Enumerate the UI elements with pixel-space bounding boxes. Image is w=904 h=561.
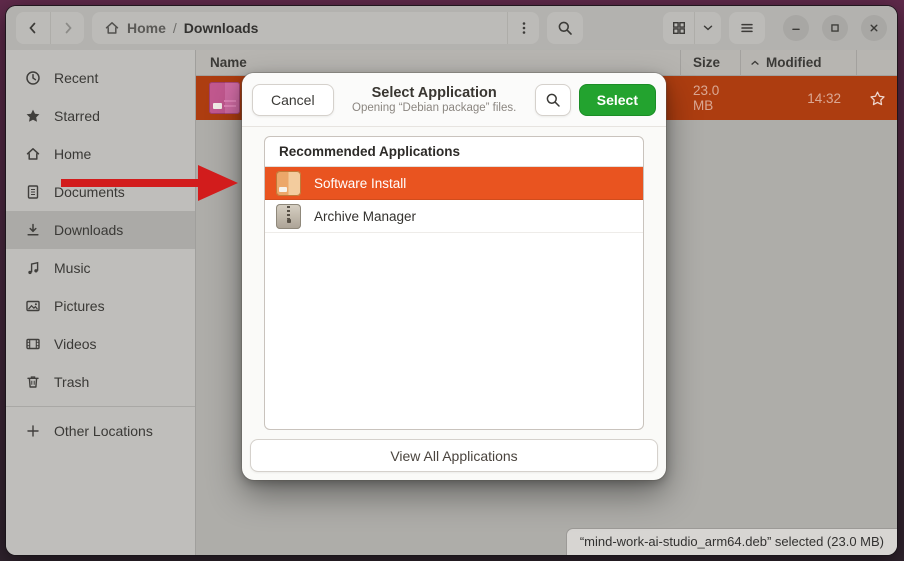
minimize-icon: [789, 21, 803, 35]
breadcrumb: Home / Downloads: [92, 20, 507, 36]
dialog-title-block: Select Application Opening “Debian packa…: [342, 85, 527, 114]
sidebar-item-label: Pictures: [54, 298, 105, 314]
music-icon: [25, 260, 41, 276]
hamburger-menu-icon: [739, 20, 755, 36]
sidebar-item-starred[interactable]: Starred: [6, 97, 195, 135]
sidebar-item-label: Music: [54, 260, 91, 276]
download-icon: [25, 222, 41, 238]
breadcrumb-separator: /: [173, 20, 177, 36]
view-toggle-split-button: [663, 12, 721, 44]
chevron-right-icon: [60, 20, 76, 36]
sidebar-item-trash[interactable]: Trash: [6, 363, 195, 401]
app-row-archive-manager[interactable]: Archive Manager: [265, 200, 643, 233]
file-star-cell[interactable]: [857, 90, 897, 107]
sort-ascending-icon: [749, 57, 761, 69]
main-menu-button[interactable]: [729, 12, 765, 44]
sidebar-item-label: Starred: [54, 108, 100, 124]
window-controls: [783, 15, 887, 41]
sidebar: Recent Starred Home Documents Downloads …: [6, 50, 196, 555]
star-icon: [25, 108, 41, 124]
archive-manager-icon: [276, 204, 301, 229]
sidebar-item-label: Videos: [54, 336, 97, 352]
select-button[interactable]: Select: [579, 84, 656, 116]
dialog-subtitle: Opening “Debian package” files.: [342, 102, 527, 114]
path-bar[interactable]: Home / Downloads: [92, 12, 539, 44]
file-modified-cell: 14:32: [741, 91, 857, 106]
sidebar-item-videos[interactable]: Videos: [6, 325, 195, 363]
minimize-button[interactable]: [783, 15, 809, 41]
files-window: Home / Downloads: [6, 6, 897, 555]
breadcrumb-home[interactable]: Home: [127, 20, 166, 36]
sidebar-item-recent[interactable]: Recent: [6, 59, 195, 97]
view-all-applications-button[interactable]: View All Applications: [250, 439, 658, 472]
sidebar-item-downloads[interactable]: Downloads: [6, 211, 195, 249]
column-header-name[interactable]: Name: [196, 50, 681, 75]
sidebar-item-music[interactable]: Music: [6, 249, 195, 287]
kebab-menu-icon: [516, 20, 532, 36]
sidebar-item-label: Documents: [54, 184, 125, 200]
view-options-button[interactable]: [694, 12, 721, 44]
sidebar-item-home[interactable]: Home: [6, 135, 195, 173]
grid-view-button[interactable]: [663, 12, 694, 44]
column-header-name-label: Name: [210, 55, 247, 70]
maximize-icon: [828, 21, 842, 35]
sidebar-item-label: Home: [54, 146, 91, 162]
breadcrumb-current[interactable]: Downloads: [184, 20, 259, 36]
pictures-icon: [25, 298, 41, 314]
grid-view-icon: [671, 20, 687, 36]
application-list: Recommended Applications Software Instal…: [264, 136, 644, 430]
select-application-dialog: Cancel Select Application Opening “Debia…: [242, 73, 666, 480]
close-button[interactable]: [861, 15, 887, 41]
sidebar-item-label: Downloads: [54, 222, 123, 238]
sidebar-item-documents[interactable]: Documents: [6, 173, 195, 211]
recommended-applications-header: Recommended Applications: [265, 137, 643, 167]
sidebar-item-pictures[interactable]: Pictures: [6, 287, 195, 325]
dialog-search-button[interactable]: [535, 84, 571, 116]
home-icon: [104, 20, 120, 36]
home-icon: [25, 146, 41, 162]
path-menu-button[interactable]: [507, 12, 539, 44]
deb-package-icon: [209, 82, 240, 114]
cancel-button[interactable]: Cancel: [252, 84, 334, 116]
column-header-star[interactable]: [857, 50, 897, 75]
search-icon: [545, 92, 561, 108]
header-bar: Home / Downloads: [6, 6, 897, 50]
back-button[interactable]: [16, 12, 50, 44]
close-icon: [867, 21, 881, 35]
history-nav-group: [16, 12, 84, 44]
sidebar-item-label: Other Locations: [54, 423, 153, 439]
sidebar-item-other-locations[interactable]: Other Locations: [6, 412, 195, 450]
recent-clock-icon: [25, 70, 41, 86]
status-bar: “mind-work-ai-studio_arm64.deb” selected…: [566, 528, 897, 555]
app-row-software-install[interactable]: Software Install: [265, 167, 643, 200]
maximize-button[interactable]: [822, 15, 848, 41]
chevron-left-icon: [25, 20, 41, 36]
dialog-header: Cancel Select Application Opening “Debia…: [242, 73, 666, 127]
plus-icon: [25, 423, 41, 439]
chevron-down-icon: [701, 21, 715, 35]
search-icon: [557, 20, 573, 36]
document-icon: [25, 184, 41, 200]
sidebar-item-label: Recent: [54, 70, 98, 86]
app-name: Archive Manager: [314, 209, 416, 224]
software-install-icon: [276, 171, 301, 196]
column-header-size-label: Size: [693, 55, 720, 70]
sidebar-separator: [6, 406, 195, 407]
forward-button[interactable]: [50, 12, 84, 44]
search-button[interactable]: [547, 12, 583, 44]
column-header-size[interactable]: Size: [681, 50, 741, 75]
dialog-title: Select Application: [342, 85, 527, 101]
column-header-modified[interactable]: Modified: [741, 50, 857, 75]
column-header-modified-label: Modified: [766, 55, 822, 70]
toolbar-right-cluster: [663, 12, 887, 44]
app-name: Software Install: [314, 176, 406, 191]
star-outline-icon: [869, 90, 886, 107]
dialog-body: Recommended Applications Software Instal…: [242, 127, 666, 480]
videos-icon: [25, 336, 41, 352]
sidebar-item-label: Trash: [54, 374, 89, 390]
trash-icon: [25, 374, 41, 390]
file-size-cell: 23.0 MB: [681, 83, 741, 113]
